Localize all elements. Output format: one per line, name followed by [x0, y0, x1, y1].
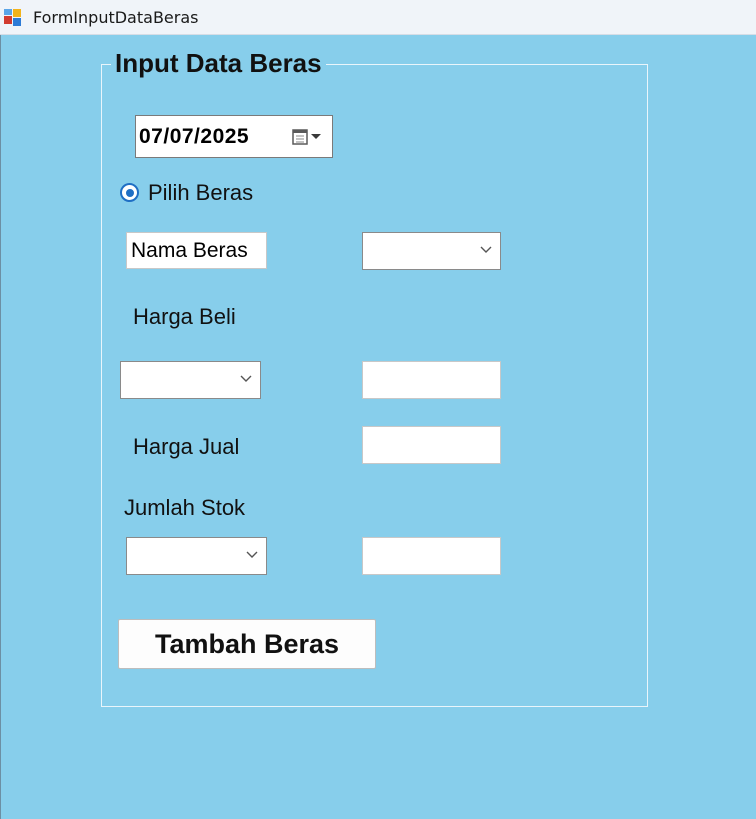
window-border — [0, 35, 1, 819]
chevron-down-icon — [246, 551, 258, 558]
jumlah-stok-input[interactable] — [362, 537, 501, 575]
jumlah-stok-combo[interactable] — [126, 537, 267, 575]
calendar-icon[interactable] — [292, 128, 326, 146]
harga-jual-label: Harga Jual — [133, 434, 240, 459]
nama-beras-combo[interactable] — [362, 232, 501, 270]
chevron-down-icon — [240, 375, 252, 382]
pilih-beras-label[interactable]: Pilih Beras — [148, 180, 253, 206]
groupbox-title: Input Data Beras — [111, 46, 326, 80]
window-title: FormInputDataBeras — [33, 8, 199, 27]
harga-beli-label: Harga Beli — [133, 304, 236, 329]
tambah-beras-button[interactable]: Tambah Beras — [118, 619, 376, 669]
harga-jual-input[interactable] — [362, 426, 501, 464]
nama-beras-field[interactable] — [126, 232, 267, 269]
harga-beli-combo[interactable] — [120, 361, 261, 399]
jumlah-stok-label: Jumlah Stok — [124, 495, 246, 520]
title-bar: FormInputDataBeras — [0, 0, 756, 35]
chevron-down-icon — [480, 246, 492, 253]
harga-beli-input[interactable] — [362, 361, 501, 399]
pilih-beras-radio[interactable] — [120, 183, 139, 202]
date-picker[interactable]: 07/07/2025 — [135, 115, 333, 158]
app-icon — [4, 9, 21, 26]
date-value: 07/07/2025 — [139, 125, 250, 148]
